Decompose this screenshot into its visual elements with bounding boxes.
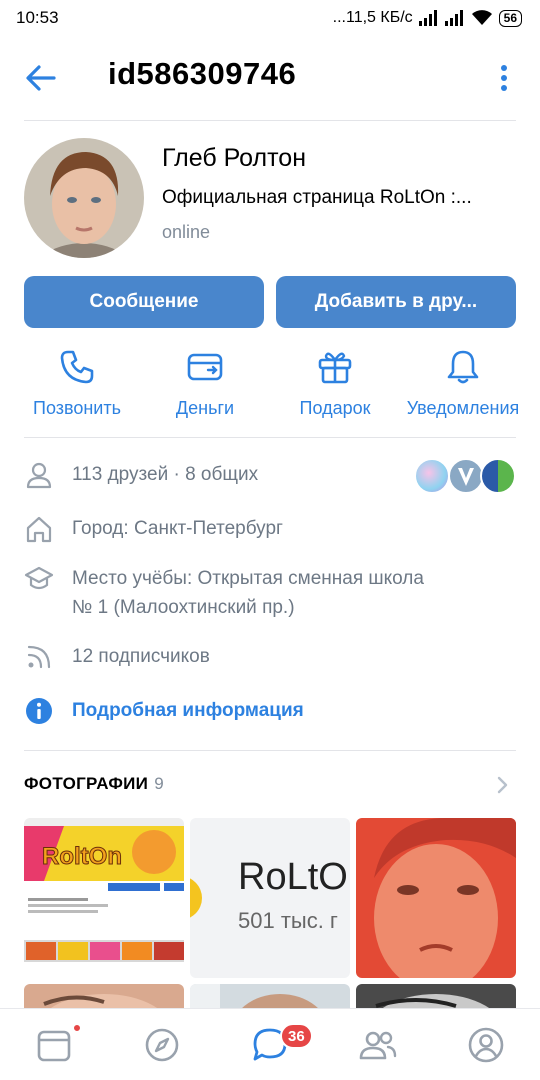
profile-status: Официальная страница RoLtOn :...: [162, 187, 472, 208]
action-money[interactable]: Деньги: [140, 348, 270, 419]
friend-avatar: [414, 458, 450, 494]
details-row[interactable]: Подробная информация: [24, 696, 516, 726]
discover-compass-icon[interactable]: [142, 1025, 182, 1065]
photos-count: 9: [154, 774, 164, 793]
info-divider: [24, 750, 516, 751]
page-title: id586309746: [108, 56, 297, 91]
photo-text-channel: RoLtO: [238, 856, 348, 898]
city-text: Город: Санкт-Петербург: [72, 518, 283, 539]
add-friend-button[interactable]: Добавить в дру...: [276, 276, 516, 328]
photo-thumbnail-3[interactable]: [356, 818, 516, 978]
photos-title: ФОТОГРАФИИ: [24, 774, 149, 793]
back-arrow-icon[interactable]: [24, 62, 58, 94]
action-notifications-label: Уведомления: [406, 398, 520, 418]
subscribers-count: 12 подписчиков: [72, 646, 210, 667]
friends-count: 113 друзей · 8 общих: [72, 464, 259, 485]
signal-icon: [418, 10, 437, 26]
action-notifications[interactable]: Уведомления: [398, 348, 528, 419]
money-card-icon: [187, 353, 223, 381]
photo-thumbnail-2[interactable]: RoLtO 501 тыс. г: [190, 818, 350, 978]
signal-icon-2: [444, 10, 463, 26]
gift-icon: [318, 352, 352, 384]
message-button[interactable]: Сообщение: [24, 276, 264, 328]
action-gift-label: Подарок: [299, 398, 371, 418]
photos-header[interactable]: ФОТОГРАФИИ 9: [24, 774, 164, 794]
bell-icon: [447, 350, 479, 384]
photo-text-subscribers: 501 тыс. г: [238, 908, 338, 933]
info-icon: [26, 698, 52, 724]
friend-avatar: [448, 458, 484, 494]
action-money-label: Деньги: [175, 398, 235, 418]
action-call[interactable]: Позвонить: [12, 348, 142, 419]
education-row: Место учёбы: Открытая сменная школа № 1 …: [24, 564, 516, 622]
friends-icon[interactable]: [358, 1025, 398, 1065]
battery-indicator: 56: [498, 9, 522, 27]
wifi-icon: [471, 10, 492, 25]
header: id586309746: [0, 50, 540, 106]
messages-badge: 36: [280, 1023, 313, 1049]
photo-thumbnail-1[interactable]: RoltOn: [24, 818, 184, 978]
more-vertical-icon[interactable]: [496, 62, 512, 94]
news-feed-icon[interactable]: [34, 1025, 74, 1065]
rss-icon: [27, 645, 51, 669]
mutual-friends-avatars[interactable]: [414, 458, 518, 494]
education-line1: Место учёбы: Открытая сменная школа: [72, 568, 424, 589]
action-gift[interactable]: Подарок: [270, 348, 400, 419]
chevron-right-icon[interactable]: [494, 774, 512, 796]
profile-name: Глеб Ролтон: [162, 144, 307, 172]
phone-icon: [60, 350, 94, 384]
details-link[interactable]: Подробная информация: [72, 696, 304, 725]
actions-divider: [24, 437, 516, 438]
friend-avatar: [480, 458, 516, 494]
subscribers-row[interactable]: 12 подписчиков: [24, 642, 516, 672]
bottom-navigation: 36: [0, 1008, 540, 1080]
status-time: 10:53: [16, 8, 59, 27]
status-bar: 10:53 ...11,5 КБ/с 56: [0, 0, 540, 36]
user-icon: [26, 462, 52, 489]
online-status: online: [162, 222, 211, 242]
education-line2: № 1 (Малоохтинский пр.): [72, 597, 295, 618]
profile-icon[interactable]: [466, 1025, 506, 1065]
header-divider: [24, 120, 516, 121]
city-row: Город: Санкт-Петербург: [24, 514, 516, 544]
avatar[interactable]: [24, 138, 144, 258]
home-icon: [26, 516, 52, 543]
education-cap-icon: [24, 566, 54, 590]
svg-text:RoltOn: RoltOn: [42, 843, 122, 870]
network-speed: ...11,5 КБ/с: [332, 9, 413, 26]
news-notification-dot: [72, 1023, 82, 1033]
status-indicators: ...11,5 КБ/с 56: [333, 9, 522, 27]
action-call-label: Позвонить: [33, 398, 121, 418]
